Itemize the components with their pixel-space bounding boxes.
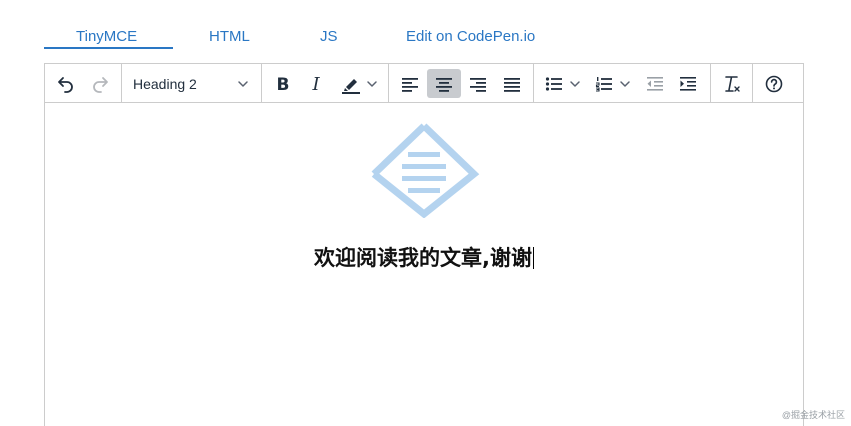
chevron-down-icon [238, 81, 248, 87]
text-cursor [532, 247, 534, 269]
align-justify-icon [504, 77, 520, 92]
undo-icon [58, 76, 73, 93]
tab-js[interactable]: JS [320, 28, 338, 45]
align-left-icon [402, 77, 418, 92]
remove-format-icon [725, 75, 740, 92]
toolbar-separator [261, 64, 262, 103]
indent-icon [680, 76, 696, 91]
align-right-button[interactable] [462, 69, 494, 98]
help-icon [765, 75, 783, 92]
active-tab-indicator [44, 47, 173, 49]
numbered-list-icon [595, 76, 612, 92]
chevron-down-icon [570, 80, 580, 87]
bold-button[interactable]: B [268, 69, 298, 98]
outdent-button[interactable] [639, 69, 671, 98]
chevron-down-icon [620, 80, 630, 87]
chevron-down-icon [367, 80, 377, 87]
remove-format-button[interactable] [717, 69, 747, 98]
tab-bar: TinyMCE HTML JS Edit on CodePen.io [44, 24, 804, 50]
outdent-icon [647, 76, 663, 91]
indent-button[interactable] [672, 69, 704, 98]
toolbar-separator [533, 64, 534, 103]
svg-text:I: I [311, 74, 320, 94]
block-format-value: Heading 2 [133, 75, 197, 92]
highlight-color-icon [342, 78, 360, 94]
align-left-button[interactable] [394, 69, 426, 98]
block-format-select[interactable]: Heading 2 [123, 69, 257, 98]
redo-button[interactable] [85, 69, 115, 98]
bold-icon: B [277, 75, 290, 94]
numbered-list-button[interactable] [590, 69, 636, 98]
italic-button[interactable]: I [301, 69, 331, 98]
undo-button[interactable] [51, 69, 81, 98]
toolbar-separator [121, 64, 122, 103]
redo-icon [93, 76, 108, 93]
align-center-button[interactable] [427, 69, 461, 98]
bullet-list-button[interactable] [540, 69, 586, 98]
heading-text: 欢迎阅读我的文章,谢谢 [314, 246, 532, 270]
content-heading[interactable]: 欢迎阅读我的文章,谢谢 [45, 242, 803, 272]
watermark: @掘金技术社区 [781, 410, 845, 420]
italic-icon: I [311, 74, 320, 94]
tab-edit-on-codepen[interactable]: Edit on CodePen.io [406, 28, 535, 45]
toolbar-separator [710, 64, 711, 103]
align-justify-button[interactable] [496, 69, 528, 98]
toolbar-separator [752, 64, 753, 103]
tinymce-editor: Heading 2 B I 欢迎阅读我的文章,谢谢 [44, 63, 804, 426]
tab-tinymce[interactable]: TinyMCE [76, 28, 137, 45]
tinymce-logo-icon [371, 123, 480, 218]
editor-content-area[interactable]: 欢迎阅读我的文章,谢谢 [45, 104, 803, 426]
highlight-color-button[interactable] [335, 69, 383, 98]
toolbar-separator [388, 64, 389, 103]
align-right-icon [470, 77, 486, 92]
align-center-icon [436, 77, 452, 92]
help-button[interactable] [759, 69, 789, 98]
bullet-list-icon [545, 76, 562, 91]
svg-text:B: B [277, 75, 290, 94]
tab-html[interactable]: HTML [209, 28, 250, 45]
editor-toolbar: Heading 2 B I [45, 64, 803, 103]
